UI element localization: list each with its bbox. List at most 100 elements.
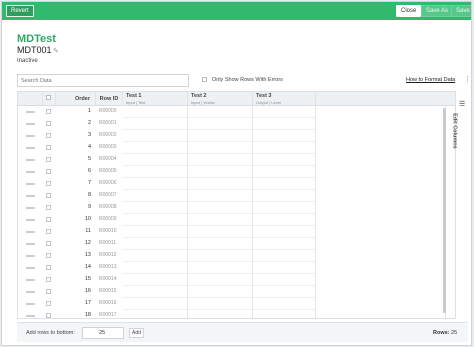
table-row[interactable]: 13 R00012 bbox=[18, 250, 455, 262]
cell-test2[interactable] bbox=[188, 106, 253, 118]
revert-button[interactable]: Revert bbox=[6, 5, 34, 17]
drag-handle-icon[interactable] bbox=[26, 183, 35, 185]
cell-test2[interactable] bbox=[188, 274, 253, 286]
cell-test1[interactable] bbox=[123, 286, 188, 298]
cell-test2[interactable] bbox=[188, 238, 253, 250]
row-checkbox[interactable] bbox=[46, 157, 51, 162]
cell-test3[interactable] bbox=[253, 178, 316, 190]
table-row[interactable]: 7 R00006 bbox=[18, 178, 455, 190]
cell-test1[interactable] bbox=[123, 274, 188, 286]
drag-handle-icon[interactable] bbox=[26, 291, 35, 293]
drag-handle-icon[interactable] bbox=[26, 147, 35, 149]
row-checkbox[interactable] bbox=[46, 301, 51, 306]
drag-handle-icon[interactable] bbox=[26, 219, 35, 221]
close-button[interactable]: Close bbox=[396, 5, 422, 17]
drag-handle-icon[interactable] bbox=[26, 171, 35, 173]
row-checkbox[interactable] bbox=[46, 193, 51, 198]
drag-handle-icon[interactable] bbox=[26, 243, 35, 245]
drag-handle-icon[interactable] bbox=[26, 303, 35, 305]
cell-test1[interactable] bbox=[123, 190, 188, 202]
row-checkbox[interactable] bbox=[46, 133, 51, 138]
cell-test2[interactable] bbox=[188, 190, 253, 202]
cell-test2[interactable] bbox=[188, 250, 253, 262]
cell-test1[interactable] bbox=[123, 298, 188, 310]
header-row-id[interactable]: Row ID bbox=[96, 92, 123, 106]
row-checkbox[interactable] bbox=[46, 169, 51, 174]
search-input[interactable] bbox=[17, 74, 189, 87]
how-to-format-link[interactable]: How to Format Data bbox=[406, 77, 455, 83]
row-checkbox[interactable] bbox=[46, 181, 51, 186]
cell-test1[interactable] bbox=[123, 166, 188, 178]
row-checkbox[interactable] bbox=[46, 121, 51, 126]
cell-test1[interactable] bbox=[123, 118, 188, 130]
table-row[interactable]: 10 R00009 bbox=[18, 214, 455, 226]
cell-test3[interactable] bbox=[253, 130, 316, 142]
pencil-icon[interactable]: ✎ bbox=[53, 47, 59, 55]
drag-handle-icon[interactable] bbox=[26, 267, 35, 269]
table-row[interactable]: 3 R00002 bbox=[18, 130, 455, 142]
table-row[interactable]: 5 R00004 bbox=[18, 154, 455, 166]
header-test1[interactable]: Test 1 Input | Text bbox=[123, 92, 188, 106]
table-row[interactable]: 17 R00016 bbox=[18, 298, 455, 310]
cell-test3[interactable] bbox=[253, 310, 316, 318]
row-checkbox[interactable] bbox=[46, 145, 51, 150]
cell-test1[interactable] bbox=[123, 310, 188, 318]
row-checkbox[interactable] bbox=[46, 313, 51, 318]
vertical-scroll-thumb[interactable] bbox=[443, 108, 446, 313]
header-test3[interactable]: Test 3 Output | Level bbox=[253, 92, 316, 106]
cell-test2[interactable] bbox=[188, 226, 253, 238]
row-checkbox[interactable] bbox=[46, 289, 51, 294]
save-button[interactable]: Save bbox=[451, 5, 471, 17]
drag-handle-icon[interactable] bbox=[26, 207, 35, 209]
drag-handle-icon[interactable] bbox=[26, 255, 35, 257]
row-checkbox[interactable] bbox=[46, 277, 51, 282]
cell-test2[interactable] bbox=[188, 298, 253, 310]
cell-test3[interactable] bbox=[253, 202, 316, 214]
row-checkbox[interactable] bbox=[46, 229, 51, 234]
cell-test3[interactable] bbox=[253, 214, 316, 226]
table-row[interactable]: 11 R00010 bbox=[18, 226, 455, 238]
drag-handle-icon[interactable] bbox=[26, 159, 35, 161]
cell-test1[interactable] bbox=[123, 130, 188, 142]
table-row[interactable]: 9 R00008 bbox=[18, 202, 455, 214]
cell-test3[interactable] bbox=[253, 250, 316, 262]
header-test2[interactable]: Test 2 Input | YesNo bbox=[188, 92, 253, 106]
kebab-menu-icon[interactable]: ⋮ bbox=[464, 76, 471, 83]
table-row[interactable]: 8 R00007 bbox=[18, 190, 455, 202]
only-errors-checkbox[interactable] bbox=[202, 77, 207, 82]
cell-test2[interactable] bbox=[188, 214, 253, 226]
cell-test2[interactable] bbox=[188, 202, 253, 214]
cell-test1[interactable] bbox=[123, 250, 188, 262]
cell-test3[interactable] bbox=[253, 166, 316, 178]
cell-test3[interactable] bbox=[253, 154, 316, 166]
cell-test1[interactable] bbox=[123, 262, 188, 274]
cell-test3[interactable] bbox=[253, 286, 316, 298]
cell-test3[interactable] bbox=[253, 118, 316, 130]
cell-test2[interactable] bbox=[188, 154, 253, 166]
header-order[interactable]: Order bbox=[56, 92, 96, 106]
drag-handle-icon[interactable] bbox=[26, 279, 35, 281]
cell-test1[interactable] bbox=[123, 226, 188, 238]
add-rows-input[interactable] bbox=[82, 327, 124, 339]
cell-test1[interactable] bbox=[123, 106, 188, 118]
cell-test3[interactable] bbox=[253, 274, 316, 286]
cell-test3[interactable] bbox=[253, 142, 316, 154]
select-all-checkbox[interactable] bbox=[46, 95, 51, 100]
cell-test1[interactable] bbox=[123, 154, 188, 166]
cell-test1[interactable] bbox=[123, 202, 188, 214]
row-checkbox[interactable] bbox=[46, 241, 51, 246]
cell-test1[interactable] bbox=[123, 238, 188, 250]
table-row[interactable]: 14 R00013 bbox=[18, 262, 455, 274]
row-checkbox[interactable] bbox=[46, 265, 51, 270]
cell-test3[interactable] bbox=[253, 238, 316, 250]
cell-test2[interactable] bbox=[188, 166, 253, 178]
table-row[interactable]: 1 R00000 bbox=[18, 106, 455, 118]
edit-columns-button[interactable]: ☰ Edit Columns bbox=[452, 100, 469, 160]
cell-test2[interactable] bbox=[188, 130, 253, 142]
drag-handle-icon[interactable] bbox=[26, 315, 35, 317]
table-row[interactable]: 6 R00005 bbox=[18, 166, 455, 178]
cell-test3[interactable] bbox=[253, 262, 316, 274]
row-checkbox[interactable] bbox=[46, 205, 51, 210]
cell-test3[interactable] bbox=[253, 298, 316, 310]
table-row[interactable]: 12 R00011 bbox=[18, 238, 455, 250]
